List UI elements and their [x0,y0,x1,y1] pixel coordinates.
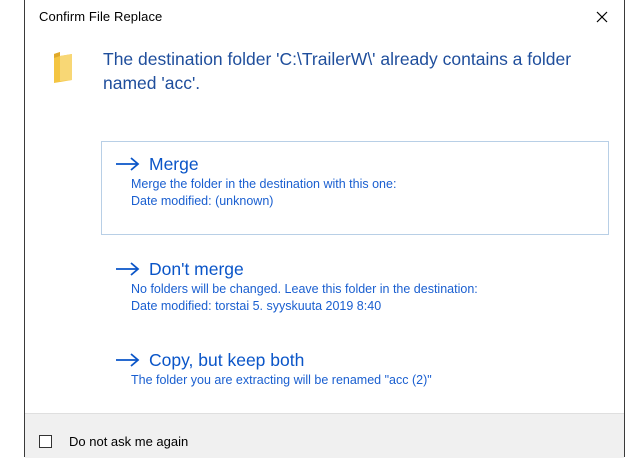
dialog-footer: Do not ask me again [25,413,624,458]
destination-message: The destination folder 'C:\TrailerW\' al… [103,49,572,93]
copy-keep-both-title: Copy, but keep both [149,349,305,370]
close-button[interactable] [585,4,619,30]
dont-merge-description: No folders will be changed. Leave this f… [131,282,478,296]
arrow-right-icon [116,262,140,276]
dont-merge-date-modified: Date modified: torstai 5. syyskuuta 2019… [131,299,382,313]
background-left-edge [0,0,18,457]
close-icon [596,11,608,23]
confirm-file-replace-dialog: Confirm File Replace The destination fol… [24,0,625,458]
dont-merge-option[interactable]: Don't merge No folders will be changed. … [101,246,609,328]
copy-keep-both-option[interactable]: Copy, but keep both The folder you are e… [101,337,609,397]
do-not-ask-checkbox[interactable] [39,435,52,448]
merge-option[interactable]: Merge Merge the folder in the destinatio… [101,141,609,235]
merge-description: Merge the folder in the destination with… [131,177,397,191]
do-not-ask-label[interactable]: Do not ask me again [69,434,188,449]
arrow-right-icon [116,157,140,171]
background-right-edge [626,0,638,457]
merge-date-modified: Date modified: (unknown) [131,194,274,208]
window-title: Confirm File Replace [39,9,163,24]
title-bar[interactable]: Confirm File Replace [25,0,624,34]
arrow-right-icon [116,353,140,367]
copy-keep-both-description: The folder you are extracting will be re… [131,373,432,387]
merge-title: Merge [149,153,199,174]
dont-merge-title: Don't merge [149,258,244,279]
folder-icon [54,52,72,83]
